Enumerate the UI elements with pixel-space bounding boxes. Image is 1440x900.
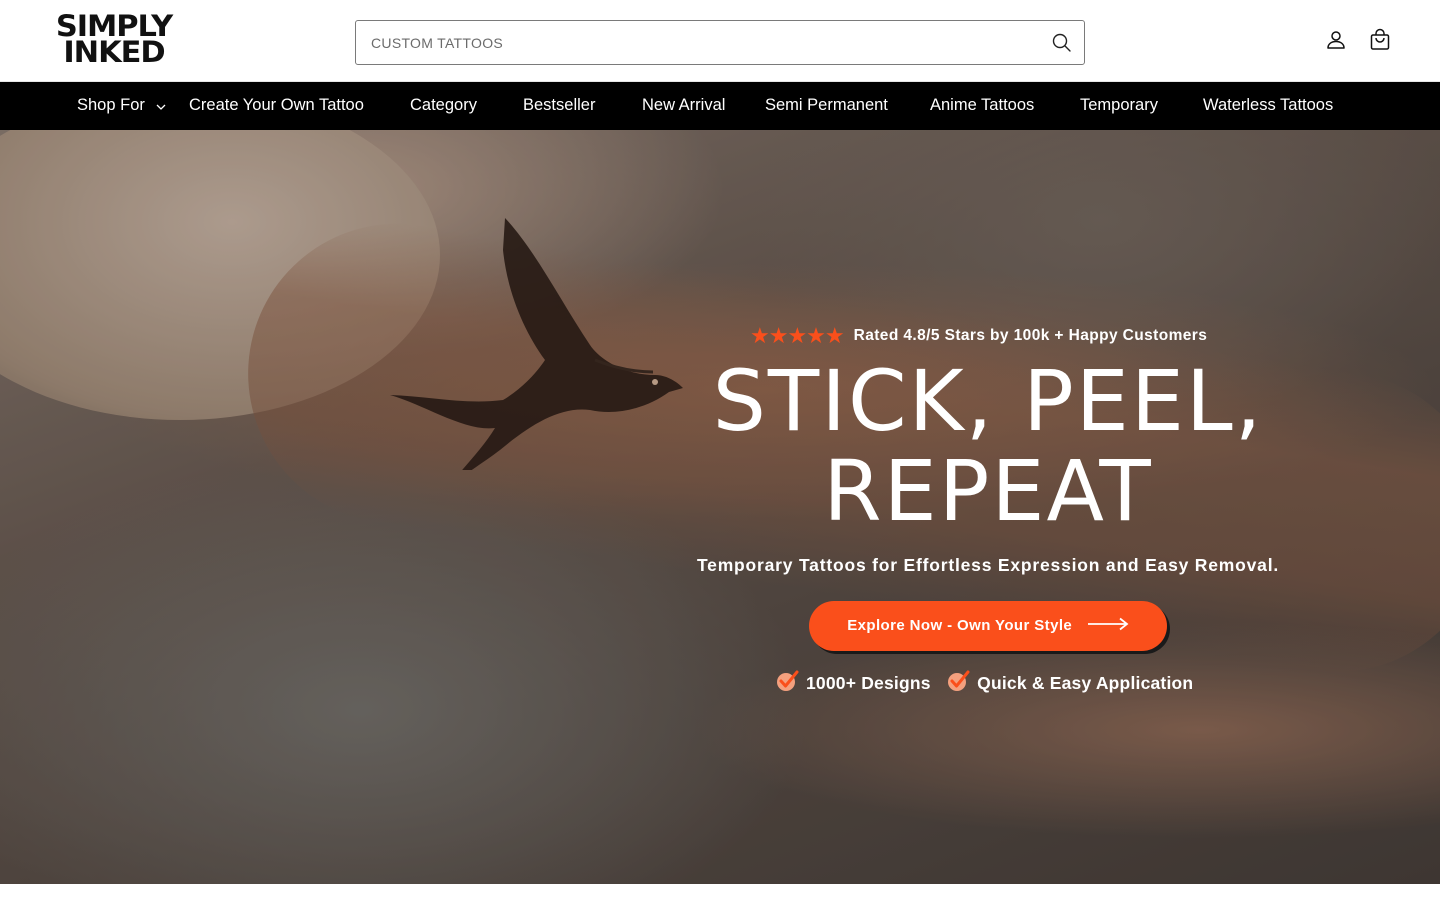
brand-logo[interactable]: SIMPLY INKED xyxy=(43,12,185,69)
nav-item-label: Category xyxy=(410,96,477,114)
feature-label: 1000+ Designs xyxy=(806,673,931,693)
nav-item-label: Semi Permanent xyxy=(765,96,888,114)
arrow-right-icon xyxy=(1087,617,1129,635)
feature-item: 1000+ Designs xyxy=(776,670,931,697)
nav-item-shop-for[interactable]: Shop For xyxy=(77,82,166,130)
nav-item-label: Shop For xyxy=(77,96,145,114)
search-input[interactable] xyxy=(371,32,1011,54)
nav-item-label: Waterless Tattoos xyxy=(1203,96,1334,114)
site-header: SIMPLY INKED xyxy=(0,0,1440,82)
main-nav: Shop For Create Your Own Tattoo Category… xyxy=(0,82,1440,130)
feature-list: 1000+ Designs Quick & Easy Application xyxy=(776,670,1205,697)
feature-item: Quick & Easy Application xyxy=(947,670,1193,697)
nav-item-create-your-own-tattoo[interactable]: Create Your Own Tattoo xyxy=(189,82,364,130)
nav-item-bestseller[interactable]: Bestseller xyxy=(523,82,595,130)
nav-item-semi-permanent[interactable]: Semi Permanent xyxy=(765,82,888,130)
hero-banner: ★★★★★ Rated 4.8/5 Stars by 100k + Happy C… xyxy=(0,130,1440,884)
rating-text: Rated 4.8/5 Stars by 100k + Happy Custom… xyxy=(853,327,1208,345)
nav-item-temporary[interactable]: Temporary xyxy=(1080,82,1158,130)
user-icon[interactable] xyxy=(1324,28,1348,52)
checkmark-icon xyxy=(776,670,800,697)
cta-label: Explore Now - Own Your Style xyxy=(847,616,1073,634)
search-icon[interactable] xyxy=(1050,31,1074,55)
checkmark-icon xyxy=(947,670,971,697)
logo-line-2: INKED xyxy=(63,35,165,69)
nav-item-waterless-tattoos[interactable]: Waterless Tattoos xyxy=(1203,82,1333,130)
nav-item-category[interactable]: Category xyxy=(410,82,477,130)
explore-now-button[interactable]: Explore Now - Own Your Style xyxy=(809,601,1167,651)
nav-item-new-arrival[interactable]: New Arrival xyxy=(642,82,725,130)
hero-headline-line-2: REPEAT xyxy=(823,442,1153,540)
nav-item-label: Temporary xyxy=(1080,96,1158,114)
chevron-down-icon xyxy=(156,83,166,129)
hero-subheading: Temporary Tattoos for Effortless Express… xyxy=(696,555,1280,575)
hero-headline-line-1: STICK, PEEL, xyxy=(712,352,1264,450)
nav-item-label: Anime Tattoos xyxy=(930,96,1035,114)
nav-item-anime-tattoos[interactable]: Anime Tattoos xyxy=(930,82,1034,130)
nav-item-label: New Arrival xyxy=(642,96,726,114)
nav-item-label: Create Your Own Tattoo xyxy=(189,96,364,114)
search-bar xyxy=(355,20,1085,65)
shopping-bag-icon[interactable] xyxy=(1368,28,1392,52)
hero-headline: STICK, PEEL, REPEAT xyxy=(640,356,1336,536)
star-rating-icon: ★★★★★ xyxy=(750,323,845,348)
nav-item-label: Bestseller xyxy=(523,96,596,114)
rating-row: ★★★★★ Rated 4.8/5 Stars by 100k + Happy C… xyxy=(750,324,1207,348)
feature-label: Quick & Easy Application xyxy=(977,673,1194,693)
